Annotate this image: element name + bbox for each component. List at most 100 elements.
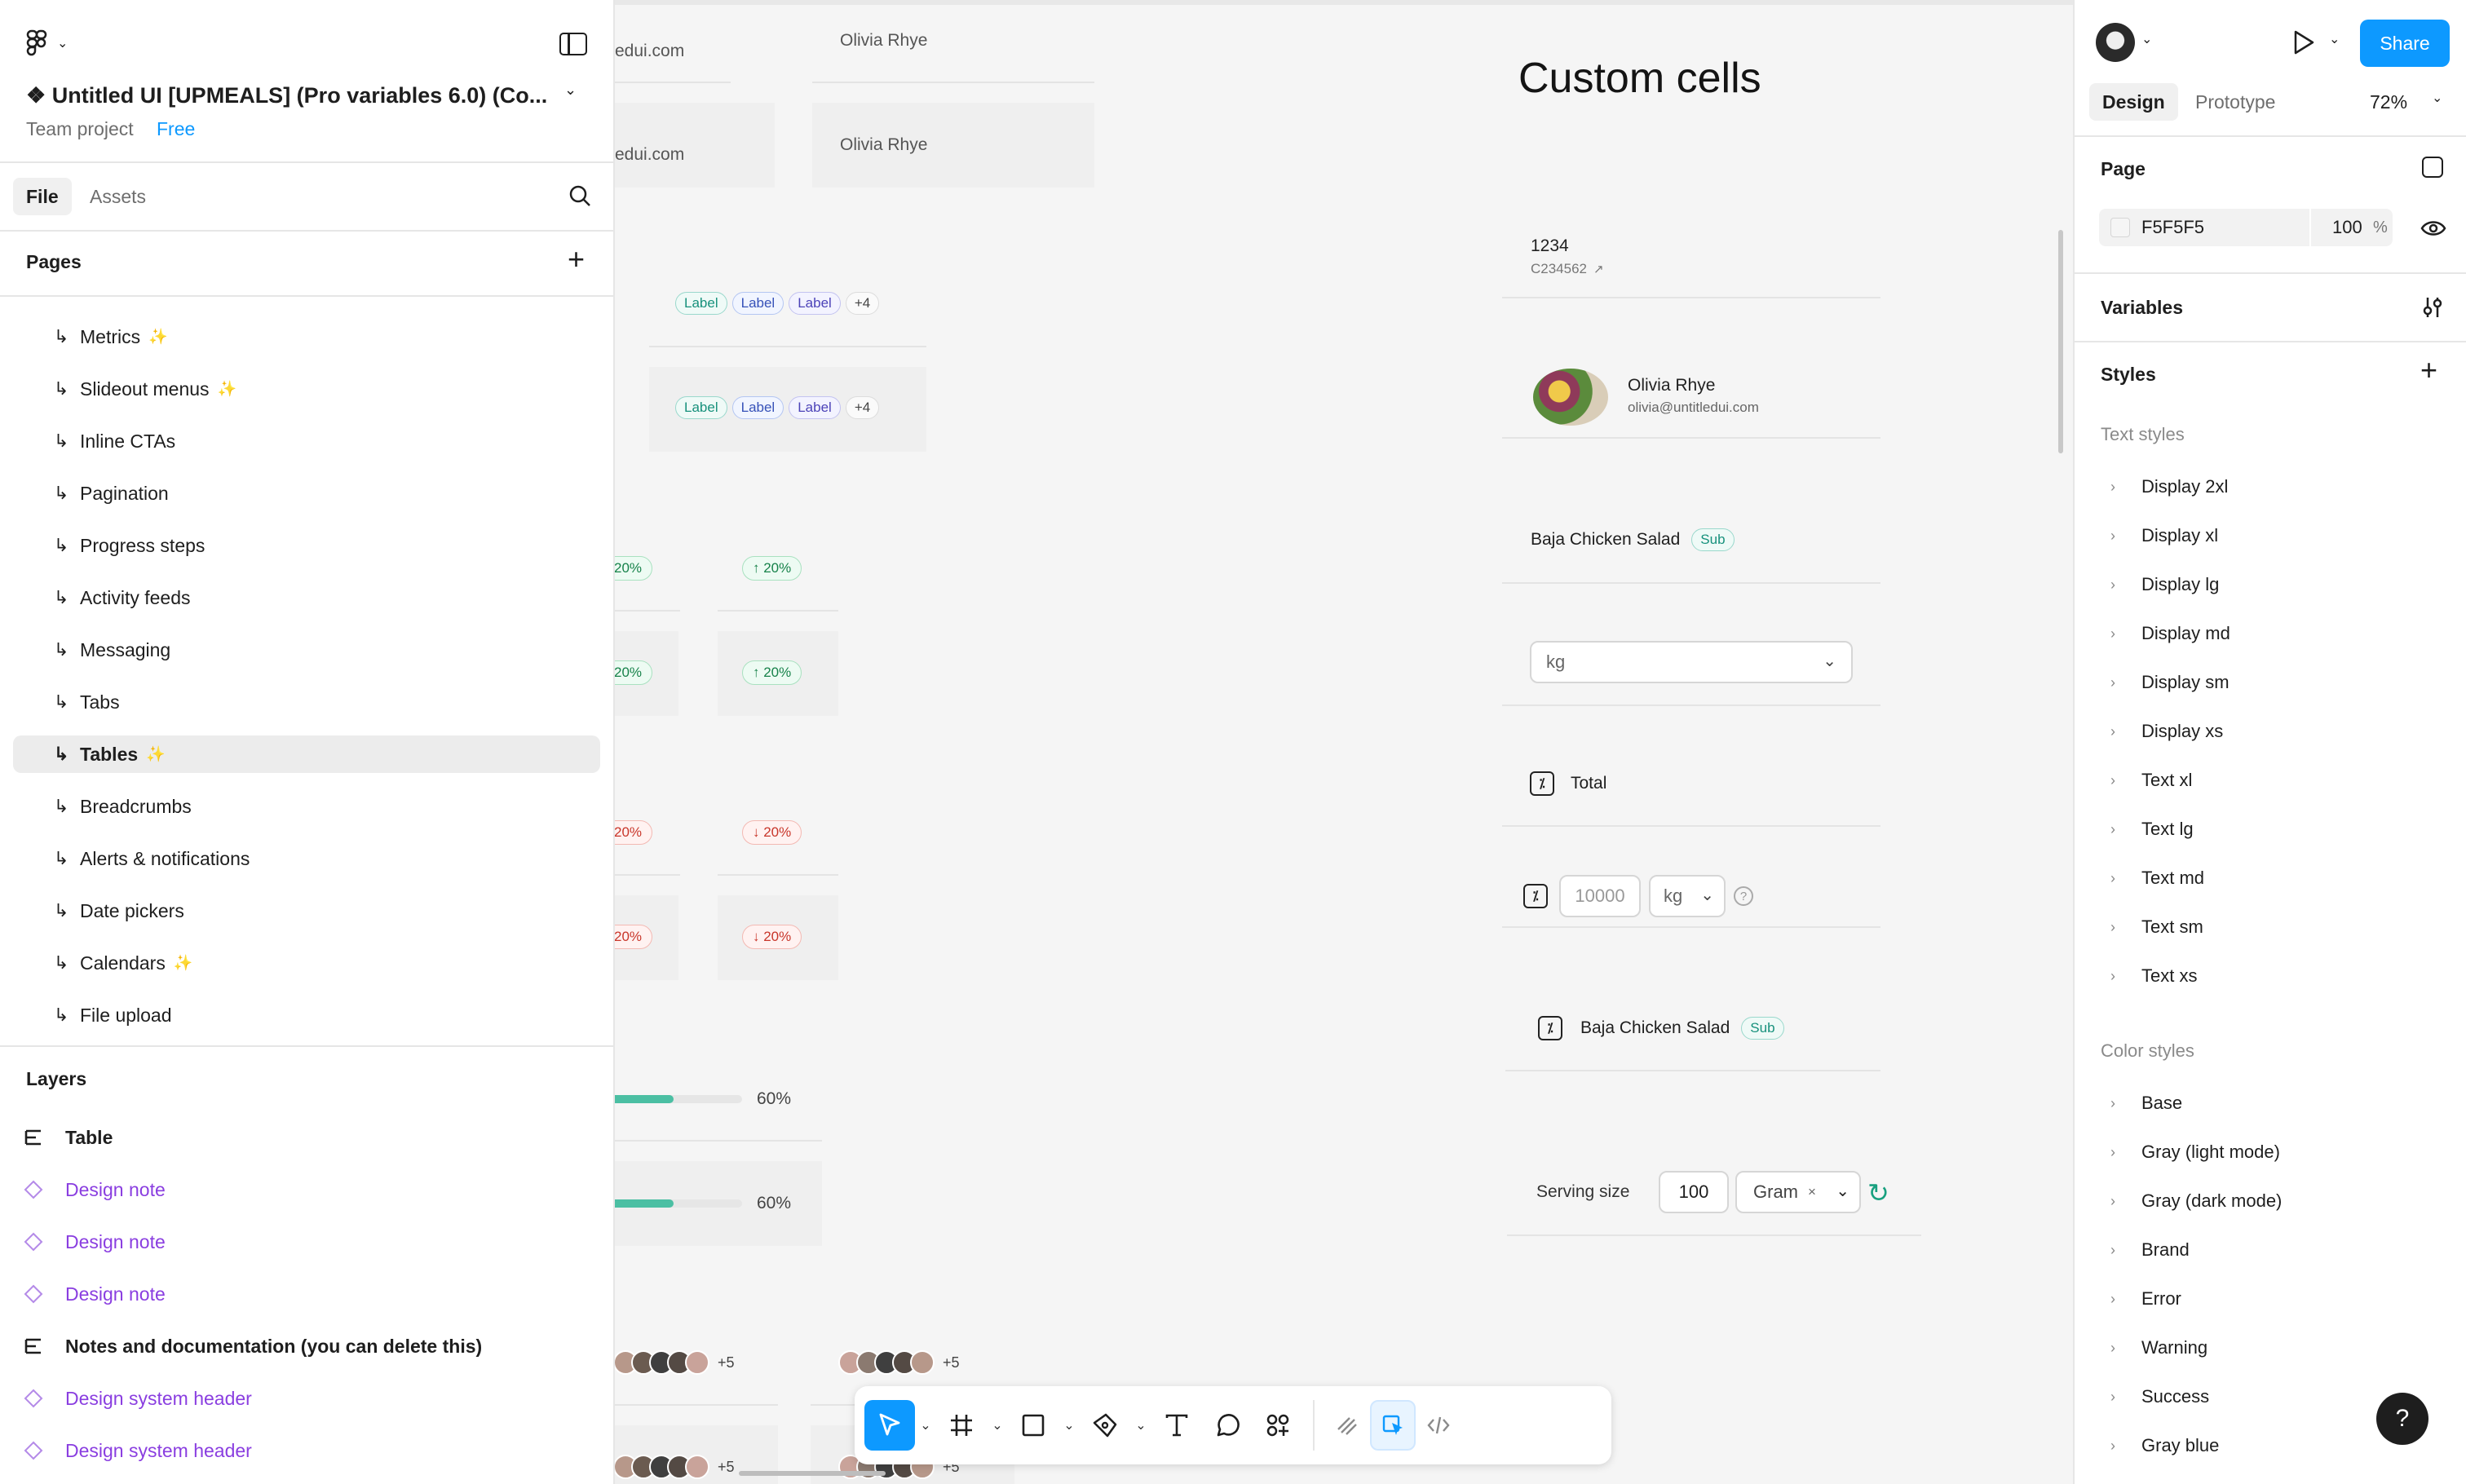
page-item-metrics[interactable]: ↳ Metrics ✨ [13, 318, 600, 356]
chevron-down-icon[interactable]: ⌄ [915, 1417, 936, 1433]
layer-item[interactable]: Design system header [23, 1432, 252, 1469]
chevron-right-icon[interactable]: › [2110, 1438, 2115, 1455]
pen-tool[interactable] [1080, 1400, 1130, 1451]
rectangle-tool[interactable] [1008, 1400, 1058, 1451]
add-style-icon[interactable]: + [2420, 356, 2437, 385]
style-item[interactable]: › Brand [2075, 1231, 2466, 1269]
sliders-icon[interactable] [2420, 295, 2445, 320]
page-item-progress-steps[interactable]: ↳ Progress steps [13, 527, 600, 564]
help-circle-icon[interactable]: ? [1734, 886, 1753, 906]
style-item[interactable]: › Text md [2075, 859, 2466, 897]
gram-select[interactable]: Gram × ⌄ [1735, 1171, 1861, 1213]
chevron-down-icon[interactable]: ⌄ [1130, 1417, 1151, 1433]
frame-tool[interactable] [936, 1400, 987, 1451]
page-item-alerts-notifications[interactable]: ↳ Alerts & notifications [13, 840, 600, 877]
draw-mode[interactable] [1324, 1400, 1370, 1451]
style-item[interactable]: › Display xs [2075, 713, 2466, 750]
chevron-down-icon[interactable]: ⌄ [564, 82, 577, 99]
chevron-right-icon[interactable]: › [2110, 821, 2115, 838]
style-item[interactable]: › Display xl [2075, 517, 2466, 554]
text-tool[interactable] [1151, 1400, 1202, 1451]
style-item[interactable]: › Display sm [2075, 664, 2466, 701]
chevron-right-icon[interactable]: › [2110, 1340, 2115, 1357]
page-item-tabs[interactable]: ↳ Tabs [13, 683, 600, 721]
search-icon[interactable] [568, 183, 592, 208]
vertical-scrollbar[interactable] [2058, 230, 2063, 453]
amount-input[interactable]: 10000 [1559, 875, 1641, 917]
chevron-down-icon[interactable]: ⌄ [2329, 31, 2340, 47]
style-item[interactable]: › Display lg [2075, 566, 2466, 603]
page-item-breadcrumbs[interactable]: ↳ Breadcrumbs [13, 788, 600, 825]
chevron-right-icon[interactable]: › [2110, 919, 2115, 936]
page-item-messaging[interactable]: ↳ Messaging [13, 631, 600, 669]
chevron-right-icon[interactable]: › [2110, 625, 2115, 643]
chevron-right-icon[interactable]: › [2110, 723, 2115, 740]
unit-small-select[interactable]: kg ⌄ [1649, 875, 1726, 917]
chevron-right-icon[interactable]: › [2110, 1095, 2115, 1112]
tab-file[interactable]: File [13, 178, 72, 215]
page-settings-icon[interactable] [2422, 157, 2443, 178]
style-item[interactable]: › Error [2075, 1280, 2466, 1318]
layer-item[interactable]: Notes and documentation (you can delete … [23, 1327, 482, 1365]
chevron-right-icon[interactable]: › [2110, 1193, 2115, 1210]
style-item[interactable]: › Base [2075, 1084, 2466, 1122]
figma-logo-icon[interactable]: ⌄ [26, 29, 68, 57]
page-item-slideout-menus[interactable]: ↳ Slideout menus ✨ [13, 370, 600, 408]
style-item[interactable]: › Text lg [2075, 810, 2466, 848]
layer-item[interactable]: Design system header [23, 1380, 252, 1417]
layer-item[interactable]: Table [23, 1119, 113, 1156]
chevron-right-icon[interactable]: › [2110, 1242, 2115, 1259]
chevron-right-icon[interactable]: › [2110, 576, 2115, 594]
style-item[interactable]: › Display 2xl [2075, 468, 2466, 506]
help-button[interactable]: ? [2376, 1393, 2428, 1445]
play-icon[interactable] [2291, 29, 2316, 55]
page-color-field[interactable]: F5F5F5 100 % [2099, 209, 2393, 246]
chevron-right-icon[interactable]: › [2110, 870, 2115, 887]
horizontal-scrollbar[interactable] [739, 1471, 886, 1476]
plan-badge[interactable]: Free [157, 118, 195, 140]
design-mode[interactable] [1370, 1400, 1416, 1451]
page-item-calendars[interactable]: ↳ Calendars ✨ [13, 944, 600, 982]
style-item[interactable]: › Gray (light mode) [2075, 1133, 2466, 1171]
page-item-file-upload[interactable]: ↳ File upload [13, 996, 600, 1034]
chevron-right-icon[interactable]: › [2110, 772, 2115, 789]
chevron-right-icon[interactable]: › [2110, 1144, 2115, 1161]
chevron-right-icon[interactable]: › [2110, 1389, 2115, 1406]
page-item-tables[interactable]: ↳ Tables ✨ [13, 735, 600, 773]
chevron-right-icon[interactable]: › [2110, 968, 2115, 985]
style-item[interactable]: › Gray (dark mode) [2075, 1182, 2466, 1220]
dev-mode[interactable] [1416, 1400, 1461, 1451]
comment-tool[interactable] [1202, 1400, 1253, 1451]
page-opacity[interactable]: 100 [2332, 217, 2362, 238]
add-page-icon[interactable]: + [568, 245, 585, 274]
page-item-pagination[interactable]: ↳ Pagination [13, 475, 600, 512]
chevron-down-icon[interactable]: ⌄ [2141, 31, 2152, 47]
style-item[interactable]: › Text xl [2075, 762, 2466, 799]
chevron-right-icon[interactable]: › [2110, 528, 2115, 545]
style-item[interactable]: › Text xs [2075, 957, 2466, 995]
layer-item[interactable]: Design note [23, 1171, 166, 1208]
close-icon[interactable]: × [1808, 1184, 1816, 1200]
chevron-right-icon[interactable]: › [2110, 479, 2115, 496]
actions-tool[interactable] [1253, 1400, 1303, 1451]
reset-icon[interactable]: ↻ [1867, 1177, 1889, 1208]
chevron-right-icon[interactable]: › [2110, 674, 2115, 691]
project-title[interactable]: ❖ Untitled UI [UPMEALS] (Pro variables 6… [26, 83, 547, 108]
chevron-down-icon[interactable]: ⌄ [987, 1417, 1008, 1433]
chevron-right-icon[interactable]: › [2110, 1291, 2115, 1308]
serving-input[interactable]: 100 [1659, 1171, 1729, 1213]
tab-prototype[interactable]: Prototype [2195, 83, 2275, 121]
sidebar-toggle-icon[interactable] [559, 33, 587, 55]
page-item-date-pickers[interactable]: ↳ Date pickers [13, 892, 600, 930]
chevron-down-icon[interactable]: ⌄ [1058, 1417, 1080, 1433]
zoom-level[interactable]: 72% [2370, 91, 2407, 113]
style-item[interactable]: › Warning [2075, 1329, 2466, 1367]
move-tool[interactable] [864, 1400, 915, 1451]
eye-icon[interactable] [2420, 219, 2446, 238]
layer-item[interactable]: Design note [23, 1223, 166, 1261]
share-button[interactable]: Share [2360, 20, 2450, 67]
style-item[interactable]: › Text sm [2075, 908, 2466, 946]
external-link-icon[interactable]: ↗ [1593, 262, 1604, 276]
unit-select[interactable]: kg ⌄ [1530, 641, 1853, 683]
layer-item[interactable]: Design note [23, 1275, 166, 1313]
